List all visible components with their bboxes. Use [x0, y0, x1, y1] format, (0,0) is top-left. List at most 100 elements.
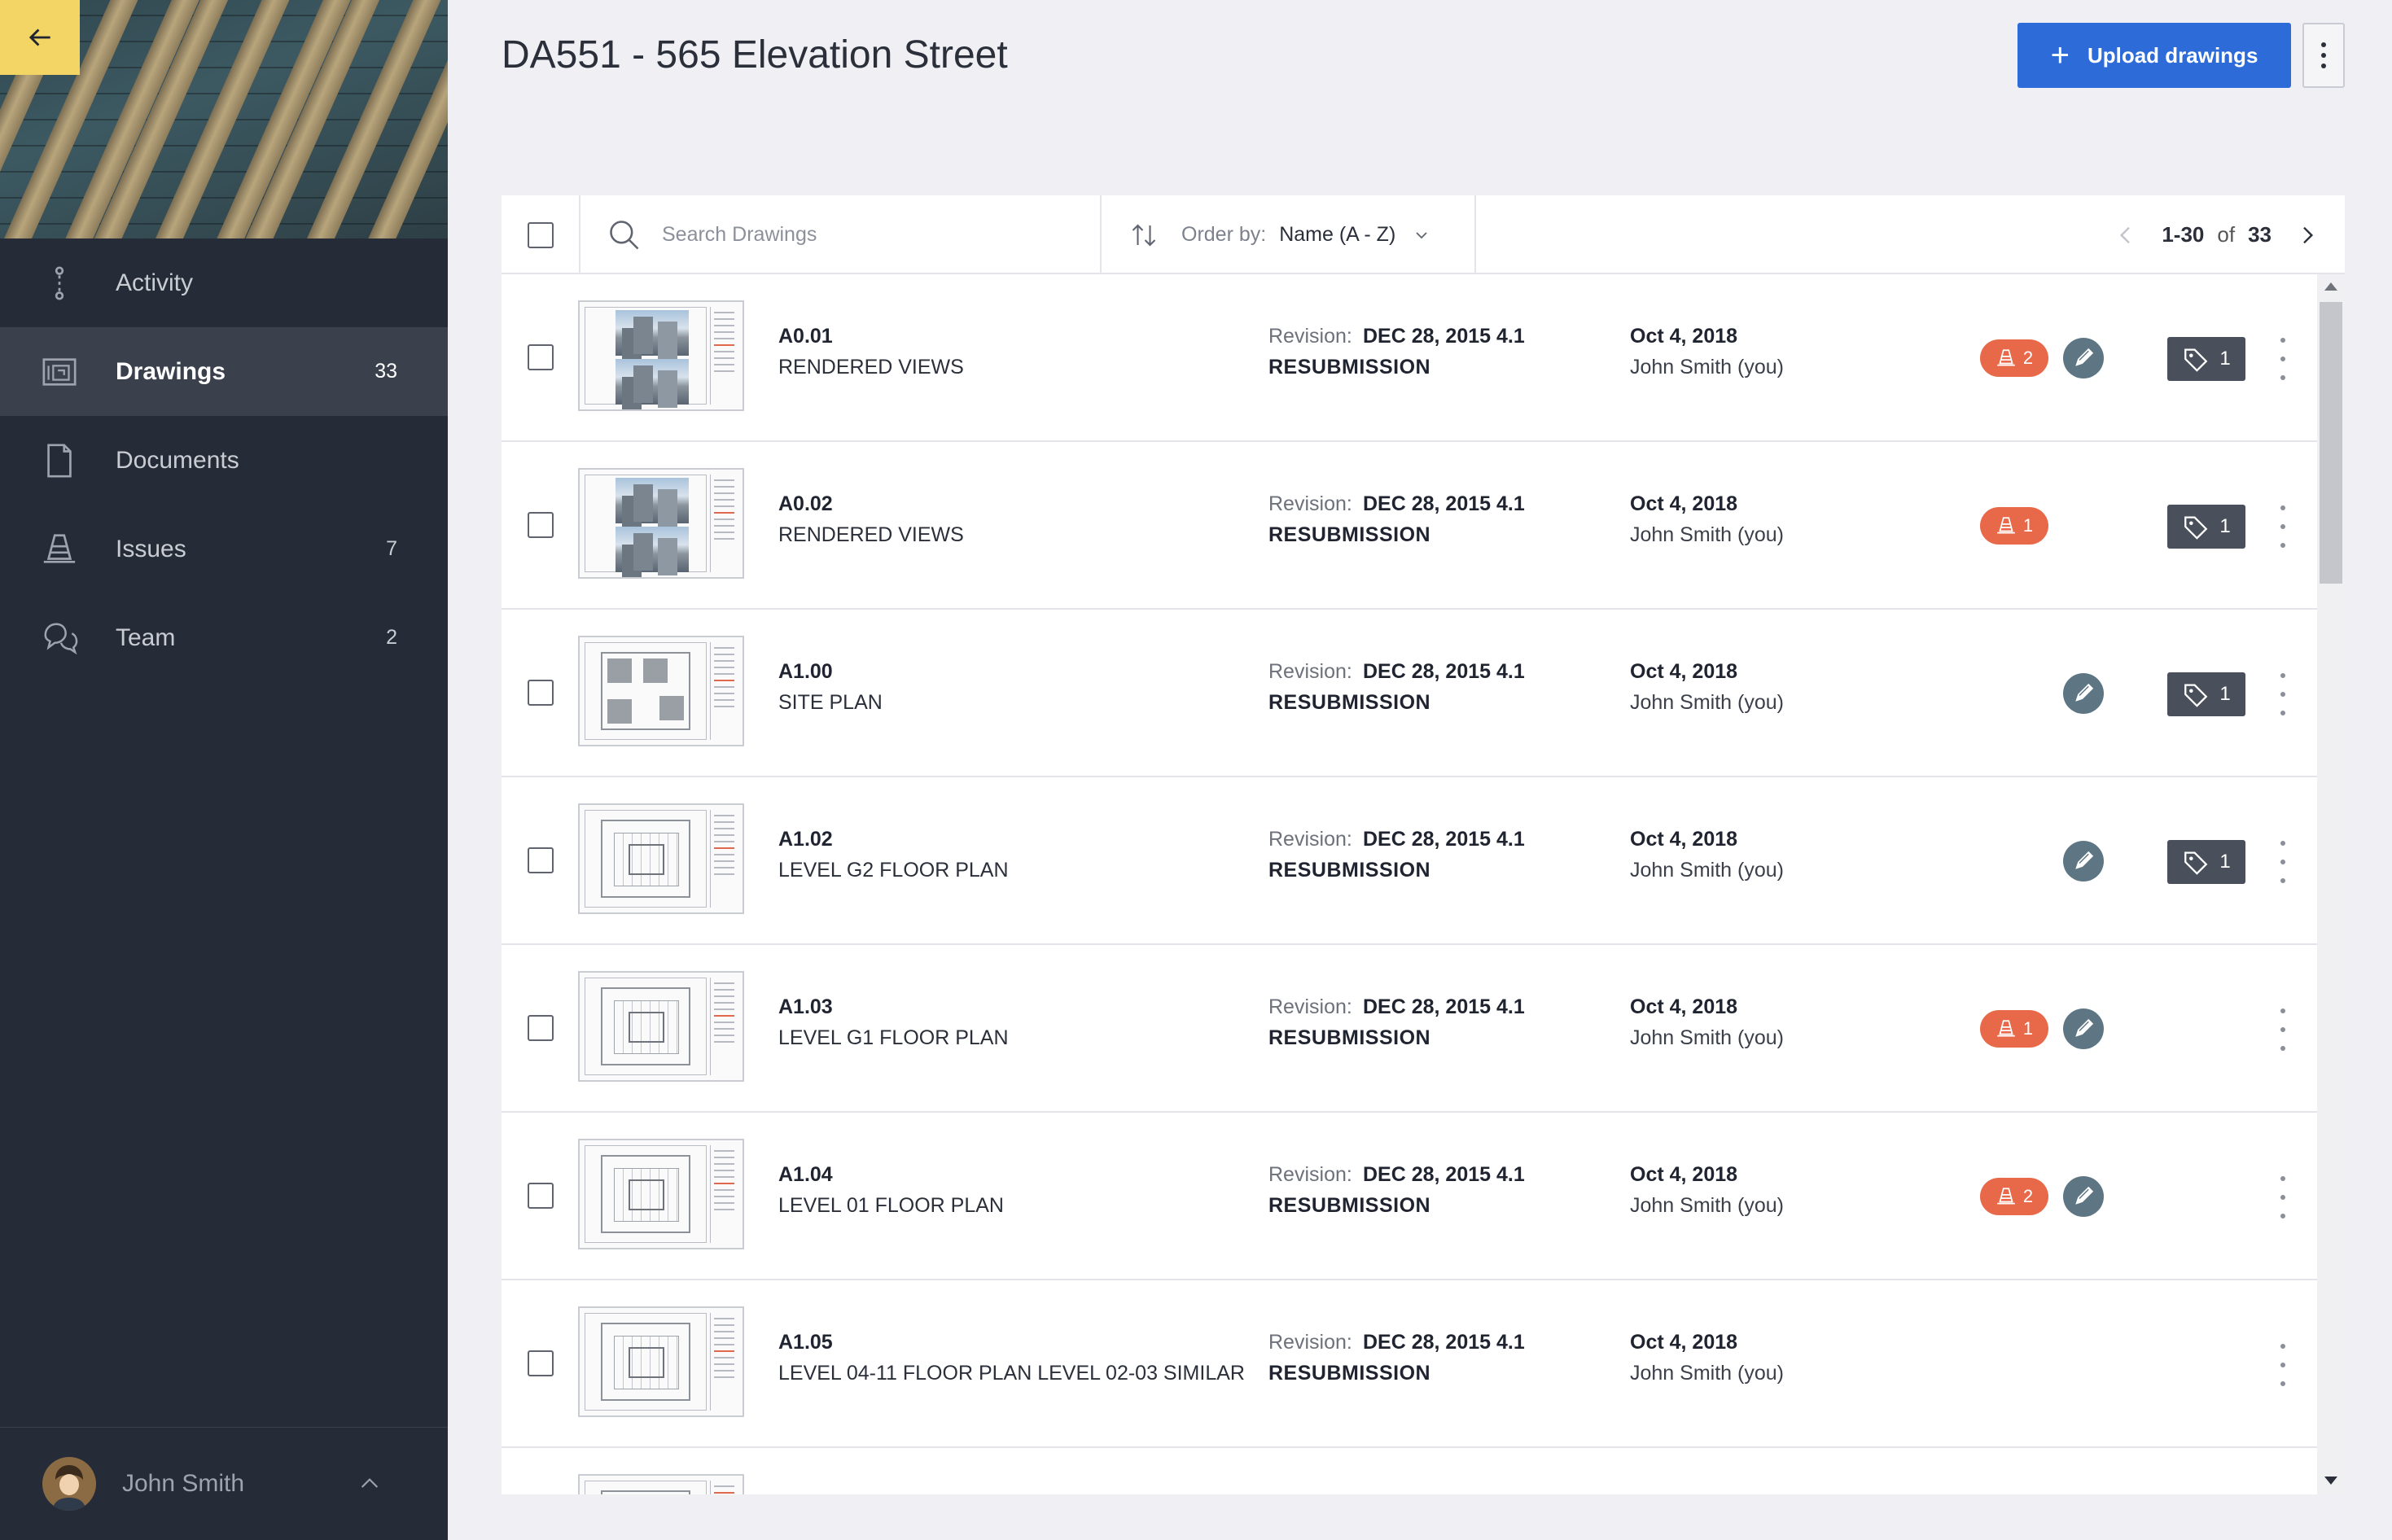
pencil-icon	[2075, 1186, 2094, 1205]
revision-value: DEC 28, 2015 4.1	[1363, 1331, 1525, 1354]
more-vertical-icon	[2321, 42, 2326, 68]
cone-icon	[41, 531, 78, 568]
list-scrollbar[interactable]	[2317, 274, 2345, 1494]
markup-badge[interactable]	[2063, 841, 2104, 882]
row-more-button[interactable]	[2275, 505, 2291, 548]
revision-label: Revision:	[1268, 828, 1352, 851]
row-more-button[interactable]	[2275, 841, 2291, 883]
drawing-row[interactable]: A1.03 LEVEL G1 FLOOR PLAN Revision: DEC …	[502, 945, 2317, 1113]
drawing-thumbnail[interactable]	[578, 636, 744, 746]
drawing-thumbnail[interactable]	[578, 1139, 744, 1249]
scrollbar-thumb[interactable]	[2320, 302, 2342, 584]
drawing-thumbnail[interactable]	[578, 803, 744, 914]
document-icon	[41, 442, 78, 479]
issues-count: 2	[2022, 348, 2034, 368]
row-checkbox[interactable]	[528, 1183, 554, 1209]
row-checkbox[interactable]	[528, 847, 554, 873]
drawing-thumbnail[interactable]	[578, 300, 744, 411]
scroll-down-arrow[interactable]	[2324, 1477, 2337, 1485]
upload-drawings-button[interactable]: + Upload drawings	[2017, 23, 2291, 88]
issues-badge[interactable]: 2	[1980, 1178, 2048, 1215]
sort-icon	[1132, 224, 1156, 246]
markup-badge[interactable]	[2063, 1176, 2104, 1217]
markup-badge[interactable]	[2063, 338, 2104, 378]
tags-badge[interactable]: 1	[2167, 840, 2245, 884]
row-checkbox[interactable]	[528, 512, 554, 538]
drawing-name: LEVEL G2 FLOOR PLAN	[778, 859, 1009, 882]
updated-by: John Smith (you)	[1630, 523, 1784, 546]
drawing-thumbnail[interactable]	[578, 1474, 744, 1494]
tags-badge[interactable]: 1	[2167, 672, 2245, 716]
drawing-thumbnail[interactable]	[578, 1306, 744, 1417]
row-checkbox[interactable]	[528, 1350, 554, 1376]
more-options-button[interactable]	[2302, 23, 2345, 88]
row-checkbox[interactable]	[528, 680, 554, 706]
pencil-icon	[2075, 348, 2094, 366]
sidebar-item-issues[interactable]: Issues 7	[0, 505, 448, 593]
row-more-button[interactable]	[2275, 1344, 2291, 1386]
sidebar-item-count: 7	[386, 537, 397, 560]
drawing-code: A1.03	[778, 995, 833, 1018]
markup-badge[interactable]	[2063, 673, 2104, 714]
drawing-name: SITE PLAN	[778, 691, 883, 714]
drawing-row[interactable]: A1.00 SITE PLAN Revision: DEC 28, 2015 4…	[502, 610, 2317, 777]
drawing-row[interactable]: A0.02 RENDERED VIEWS Revision: DEC 28, 2…	[502, 442, 2317, 610]
row-more-button[interactable]	[2275, 1008, 2291, 1051]
issues-count: 1	[2022, 515, 2034, 536]
user-menu[interactable]: John Smith	[0, 1427, 448, 1540]
next-page-icon[interactable]	[2294, 222, 2320, 248]
back-button[interactable]	[0, 0, 80, 75]
tag-icon	[2184, 348, 2208, 372]
cone-icon	[1997, 517, 2015, 534]
row-more-button[interactable]	[2275, 1176, 2291, 1218]
tag-icon	[2184, 516, 2208, 540]
drawing-row[interactable]: A1.04 LEVEL 01 FLOOR PLAN Revision: DEC …	[502, 1113, 2317, 1280]
tags-badge[interactable]: 1	[2167, 337, 2245, 381]
sidebar-item-count: 2	[386, 626, 397, 649]
drawing-thumbnail[interactable]	[578, 468, 744, 579]
order-by-label: Order by:	[1181, 223, 1267, 246]
markup-badge[interactable]	[2063, 1008, 2104, 1049]
sidebar-item-count: 33	[375, 360, 397, 383]
sidebar-item-activity[interactable]: Activity	[0, 238, 448, 327]
page-range: 1-30	[2162, 222, 2205, 247]
sidebar-item-team[interactable]: Team 2	[0, 593, 448, 682]
updated-date: Oct 4, 2018	[1630, 660, 1738, 683]
drawing-row[interactable]: A1.02 LEVEL G2 FLOOR PLAN Revision: DEC …	[502, 777, 2317, 945]
revision-status: RESUBMISSION	[1268, 859, 1431, 882]
revision-status: RESUBMISSION	[1268, 1362, 1431, 1385]
issues-badge[interactable]: 1	[1980, 1010, 2048, 1048]
revision-status: RESUBMISSION	[1268, 1194, 1431, 1217]
drawing-thumbnail[interactable]	[578, 971, 744, 1082]
sidebar-nav: Activity Drawings 33 Documents Issues 7	[0, 238, 448, 682]
updated-date: Oct 4, 2018	[1630, 1163, 1738, 1186]
select-all	[502, 195, 580, 274]
cone-icon	[1997, 1188, 2015, 1205]
row-more-button[interactable]	[2275, 338, 2291, 380]
drawing-row[interactable]: A0.01 RENDERED VIEWS Revision: DEC 28, 2…	[502, 274, 2317, 442]
scroll-up-arrow[interactable]	[2324, 282, 2337, 291]
sidebar-item-drawings[interactable]: Drawings 33	[0, 327, 448, 416]
issues-badge[interactable]: 1	[1980, 507, 2048, 545]
previous-page-icon[interactable]	[2113, 222, 2139, 248]
drawing-name: RENDERED VIEWS	[778, 523, 964, 546]
sidebar-item-documents[interactable]: Documents	[0, 416, 448, 505]
drawing-row-partial[interactable]	[502, 1448, 2317, 1494]
order-by-dropdown[interactable]: Order by: Name (A - Z)	[1102, 195, 1476, 274]
drawing-row[interactable]: A1.05 LEVEL 04-11 FLOOR PLAN LEVEL 02-03…	[502, 1280, 2317, 1448]
drawings-list: A0.01 RENDERED VIEWS Revision: DEC 28, 2…	[502, 274, 2317, 1494]
row-checkbox[interactable]	[528, 1015, 554, 1041]
row-more-button[interactable]	[2275, 673, 2291, 715]
page-total: 33	[2248, 222, 2272, 247]
issues-badge[interactable]: 2	[1980, 339, 2048, 377]
tags-count: 1	[2219, 683, 2231, 705]
select-all-checkbox[interactable]	[527, 221, 554, 248]
search-input[interactable]	[662, 223, 1069, 247]
drawing-name: LEVEL 01 FLOOR PLAN	[778, 1194, 1004, 1217]
issues-count: 2	[2022, 1186, 2034, 1206]
tags-badge[interactable]: 1	[2167, 505, 2245, 549]
revision-value: DEC 28, 2015 4.1	[1363, 325, 1525, 348]
row-checkbox[interactable]	[528, 344, 554, 370]
updated-date: Oct 4, 2018	[1630, 325, 1738, 348]
drawing-name: RENDERED VIEWS	[778, 356, 964, 378]
